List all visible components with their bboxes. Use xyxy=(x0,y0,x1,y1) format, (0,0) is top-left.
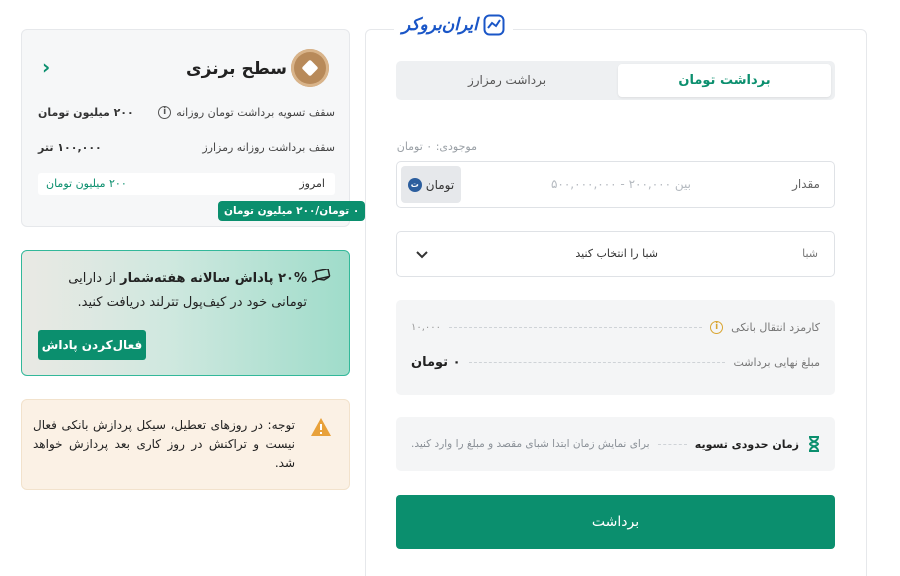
brand-logo: ایران‌بروکر xyxy=(394,11,513,39)
amount-label: مقدار xyxy=(792,177,820,191)
final-amount-value: ۰ تومان xyxy=(411,355,461,370)
fee-value: ۱۰,۰۰۰ xyxy=(411,322,442,333)
chevron-right-icon[interactable]: › xyxy=(42,55,50,79)
withdraw-tabs: برداشت تومان برداشت رمزارز xyxy=(396,61,835,100)
level-title: سطح برنزی xyxy=(186,59,287,79)
daily-crypto-limit-label: سقف برداشت روزانه رمزارز xyxy=(202,141,335,154)
level-card: سطح برنزی › سقف تسویه برداشت تومان روزان… xyxy=(21,29,366,227)
final-amount-row: مبلغ نهایی برداشت ۰ تومان xyxy=(411,355,820,370)
fee-label: کارمزد انتقال بانکی xyxy=(731,321,820,334)
brand-logo-text: ایران‌بروکر xyxy=(402,15,478,35)
currency-selector[interactable]: ت تومان xyxy=(401,166,461,203)
bronze-medal-icon xyxy=(291,49,329,87)
tab-crypto-withdraw[interactable]: برداشت رمزارز xyxy=(400,64,614,97)
holiday-warning: توجه: در روزهای تعطیل، سیکل پردازش بانکی… xyxy=(21,399,350,490)
divider xyxy=(657,443,687,445)
amount-input[interactable]: مقدار بین ۲۰۰,۰۰۰ - ۵۰۰,۰۰۰,۰۰۰ ت تومان xyxy=(396,161,835,208)
warning-icon xyxy=(311,418,331,436)
fee-summary: کارمزد انتقال بانکی i ۱۰,۰۰۰ مبلغ نهایی … xyxy=(396,300,835,395)
usage-pill: ۰ تومان/۲۰۰ میلیون تومان xyxy=(218,201,366,221)
divider xyxy=(449,327,703,328)
hourglass-icon xyxy=(808,436,820,452)
amount-placeholder: بین ۲۰۰,۰۰۰ - ۵۰۰,۰۰۰,۰۰۰ xyxy=(550,177,691,191)
balance-text: موجودی: ۰ تومان xyxy=(396,140,477,153)
fee-info-icon[interactable]: i xyxy=(710,321,724,334)
promo-text: ۲۰% پاداش سالانه هفته‌شمار از دارایی توم… xyxy=(37,267,307,315)
settlement-time-row: زمان حدودی تسویه برای نمایش زمان ابتدا ش… xyxy=(411,436,821,452)
fee-row: کارمزد انتقال بانکی i ۱۰,۰۰۰ xyxy=(411,321,820,334)
chevron-down-icon xyxy=(416,251,428,259)
daily-toman-limit-value: ۲۰۰ میلیون تومان xyxy=(38,106,134,119)
brand-chart-icon xyxy=(483,14,505,36)
settlement-time-desc: برای نمایش زمان ابتدا شبای مقصد و مبلغ ر… xyxy=(411,438,650,450)
money-hand-icon xyxy=(311,269,331,283)
sheba-label: شبا xyxy=(802,247,818,260)
sheba-select-value: شبا را انتخاب کنید xyxy=(575,247,658,260)
today-value: ۲۰۰ میلیون تومان xyxy=(46,177,127,190)
sheba-select[interactable]: شبا شبا را انتخاب کنید xyxy=(396,231,835,277)
withdraw-button[interactable]: برداشت xyxy=(396,495,835,549)
tab-toman-withdraw[interactable]: برداشت تومان xyxy=(618,64,831,97)
promo-highlight: ۲۰% پاداش سالانه هفته‌شمار xyxy=(120,271,307,286)
divider xyxy=(468,362,726,363)
settlement-time-box: زمان حدودی تسویه برای نمایش زمان ابتدا ش… xyxy=(396,417,835,471)
currency-chip-label: تومان xyxy=(425,177,455,192)
activate-reward-button[interactable]: فعال‌کردن پاداش xyxy=(38,330,146,360)
info-icon[interactable]: i xyxy=(158,106,172,119)
final-amount-label: مبلغ نهایی برداشت xyxy=(733,356,820,369)
toman-coin-icon: ت xyxy=(407,177,422,192)
today-usage-bar: امروز ۲۰۰ میلیون تومان xyxy=(38,173,335,195)
reward-promo-card: ۲۰% پاداش سالانه هفته‌شمار از دارایی توم… xyxy=(21,250,350,376)
today-label: امروز xyxy=(299,177,325,190)
warning-text: توجه: در روزهای تعطیل، سیکل پردازش بانکی… xyxy=(33,418,295,470)
daily-toman-limit-row: سقف تسویه برداشت تومان روزانه i xyxy=(158,106,335,119)
daily-toman-limit-label: سقف تسویه برداشت تومان روزانه xyxy=(176,106,335,119)
settlement-time-label: زمان حدودی تسویه xyxy=(694,437,799,451)
daily-crypto-limit-value: ۱۰۰,۰۰۰ تتر xyxy=(38,141,102,154)
